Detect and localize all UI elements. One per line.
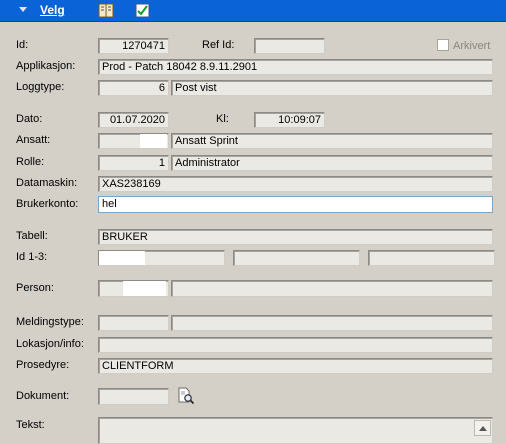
id3-field[interactable] — [368, 250, 495, 266]
redacted-mask — [99, 251, 145, 265]
ref-id-label: Ref Id: — [202, 39, 235, 51]
chevron-down-icon[interactable] — [19, 7, 27, 12]
redacted-mask — [123, 281, 166, 296]
prosedyre-field[interactable]: CLIENTFORM — [98, 358, 493, 374]
id-field[interactable]: 1270471 — [98, 38, 169, 54]
dokument-label: Dokument: — [16, 390, 70, 402]
id1-field[interactable] — [98, 250, 225, 266]
id-label: Id: — [16, 39, 29, 51]
datamaskin-field[interactable]: XAS238169 — [98, 176, 493, 192]
tabell-label: Tabell: — [16, 230, 48, 242]
book-icon[interactable] — [98, 3, 114, 18]
arkivert-label: Arkivert — [453, 40, 491, 52]
meldingstype-code-field[interactable] — [98, 315, 169, 331]
ansatt-label: Ansatt: — [16, 134, 51, 146]
meldingstype-label: Meldingstype: — [16, 316, 84, 328]
kl-field[interactable]: 10:09:07 — [254, 112, 325, 128]
dato-label: Dato: — [16, 113, 43, 125]
id2-field[interactable] — [233, 250, 360, 266]
arkivert-checkbox[interactable] — [437, 39, 449, 51]
lokasjon-field[interactable] — [98, 337, 493, 353]
id13-label: Id 1-3: — [16, 251, 48, 263]
toolbar: Velg — [0, 0, 506, 22]
ref-id-field[interactable] — [254, 38, 325, 54]
prosedyre-label: Prosedyre: — [16, 359, 70, 371]
document-search-icon[interactable] — [177, 387, 195, 405]
person-code-field[interactable] — [98, 280, 169, 297]
applikasjon-field[interactable]: Prod - Patch 18042 8.9.11.2901 — [98, 59, 493, 75]
velg-menu[interactable]: Velg — [40, 3, 65, 17]
rolle-label: Rolle: — [16, 156, 45, 168]
rolle-code-field[interactable]: 1 — [98, 155, 169, 171]
datamaskin-label: Datamaskin: — [16, 177, 78, 189]
redacted-mask — [140, 134, 167, 148]
applikasjon-label: Applikasjon: — [16, 60, 76, 72]
tabell-field[interactable]: BRUKER — [98, 229, 493, 245]
checklist-icon[interactable] — [135, 3, 151, 18]
rolle-name-field[interactable]: Administrator — [171, 155, 493, 171]
meldingstype-name-field[interactable] — [171, 315, 493, 331]
brukerkonto-label: Brukerkonto: — [16, 198, 79, 210]
lokasjon-label: Lokasjon/info: — [16, 338, 84, 350]
ansatt-code-field[interactable] — [98, 133, 169, 149]
ansatt-name-field[interactable]: Ansatt Sprint — [171, 133, 493, 149]
loggtype-code-field[interactable]: 6 — [98, 80, 169, 96]
person-label: Person: — [16, 282, 54, 294]
scroll-up-button[interactable] — [474, 420, 491, 436]
loggtype-label: Loggtype: — [16, 81, 65, 93]
person-name-field[interactable] — [171, 280, 493, 297]
brukerkonto-field[interactable]: hel — [98, 196, 493, 213]
tekst-area[interactable] — [98, 417, 493, 444]
loggtype-name-field[interactable]: Post vist — [171, 80, 493, 96]
dato-field[interactable]: 01.07.2020 — [98, 112, 169, 128]
tekst-label: Tekst: — [16, 419, 45, 431]
kl-label: Kl: — [216, 113, 229, 125]
dokument-field[interactable] — [98, 388, 169, 405]
